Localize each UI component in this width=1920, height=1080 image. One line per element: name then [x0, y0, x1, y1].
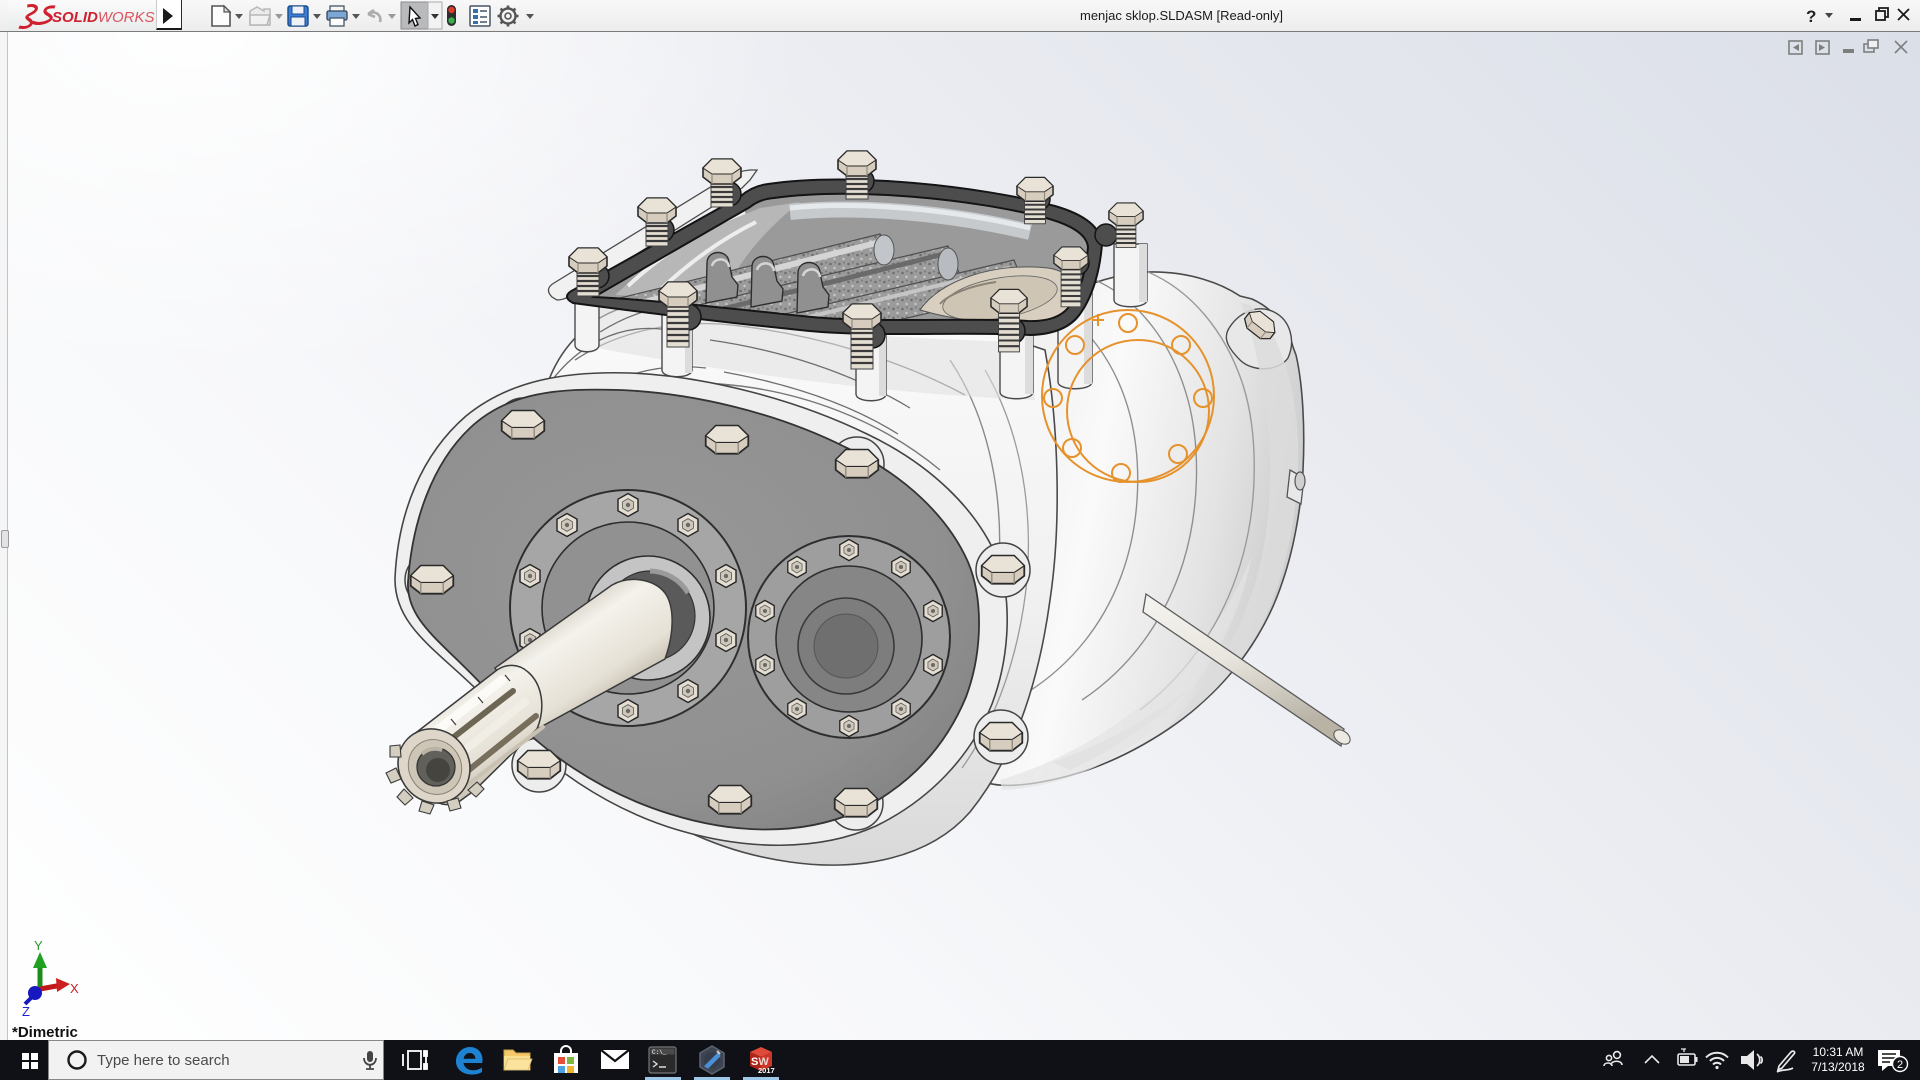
- svg-text:2017: 2017: [758, 1066, 775, 1075]
- svg-text:C:\_: C:\_: [652, 1049, 667, 1056]
- svg-text:Y: Y: [34, 938, 43, 953]
- svg-text:?: ?: [1806, 7, 1816, 26]
- svg-text:2: 2: [1897, 1059, 1903, 1071]
- svg-text:X: X: [70, 981, 79, 996]
- svg-text:SOLIDWORKS: SOLIDWORKS: [52, 9, 155, 26]
- svg-text:Z: Z: [22, 1004, 30, 1019]
